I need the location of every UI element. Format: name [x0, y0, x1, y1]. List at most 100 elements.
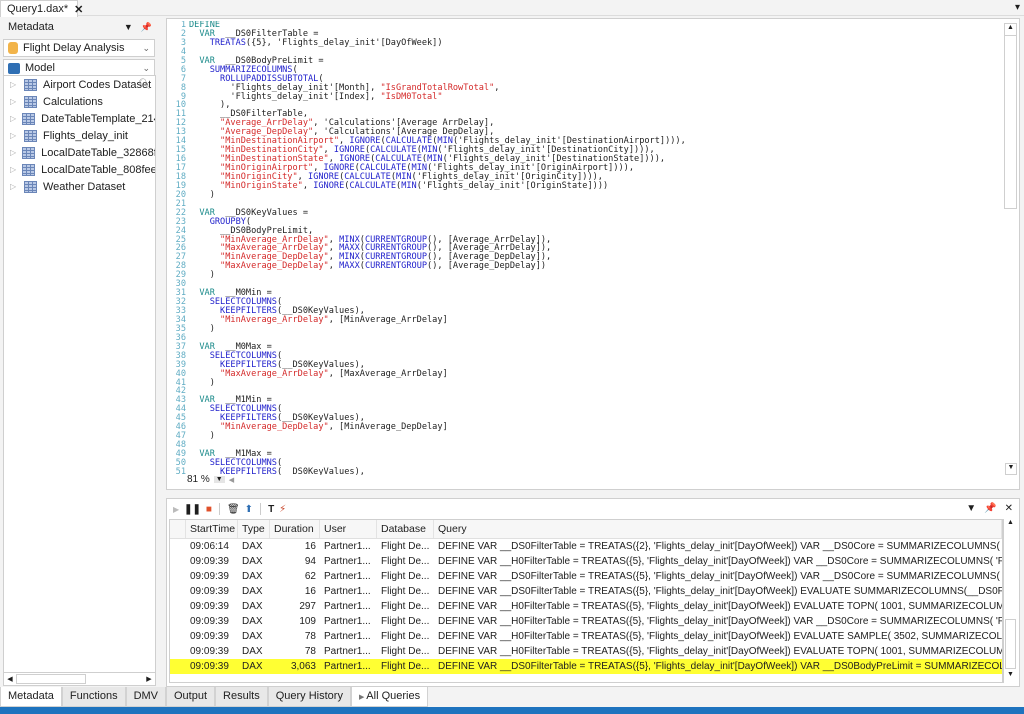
column-header-query[interactable]: Query	[434, 520, 1002, 538]
tree-item-table[interactable]: ▷ LocalDateTable_808fee00-7	[4, 161, 155, 178]
pin-icon[interactable]: 📌	[984, 503, 996, 514]
cell-starttime: 09:09:39	[190, 661, 229, 672]
tab-functions[interactable]: Functions	[61, 687, 126, 707]
scroll-left-icon[interactable]: ◀	[4, 675, 16, 683]
query-row[interactable]: 09:09:39 DAX 78 Partner1... Flight De... DEFI…	[170, 644, 1002, 659]
copy-query-icon[interactable]: ⬆	[245, 504, 253, 515]
pause-icon[interactable]: ❚❚	[184, 504, 201, 515]
stop-icon[interactable]: ■	[206, 504, 212, 515]
string-token: "MaxAverage_DepDelay"	[220, 261, 329, 272]
grid-header: StartTime Type Duration User Database Qu…	[170, 520, 1002, 539]
code-token: ({5}, 'Flights_delay_init'[DayOfWeek])	[245, 37, 443, 48]
all-queries-pane: ▶ ❚❚ ■ 🗑︎ ⬆ T ⚡︎ ▼ 📌 ✕ StartTime Type Du…	[166, 498, 1020, 687]
cell-query: DEFINE VAR __DS0FilterTable = TREATAS({5…	[438, 571, 1002, 582]
clear-icon[interactable]: 🗑︎	[227, 504, 240, 515]
code-area[interactable]: 1 DEFINE 2 VAR __DS0FilterTable = 3 TREATAS…	[167, 21, 1003, 475]
string-token: "MinAverage_ArrDelay"	[220, 314, 329, 325]
document-tab-query1[interactable]: Query1.dax* ✕	[0, 0, 83, 17]
cell-starttime: 09:09:39	[190, 616, 229, 627]
close-icon[interactable]: ✕	[74, 3, 83, 16]
tab-results[interactable]: Results	[215, 687, 268, 707]
tab-overflow-icon[interactable]: ▾	[1015, 2, 1020, 13]
document-tab-title: Query1.dax*	[7, 3, 69, 15]
tab-dmv[interactable]: DMV	[125, 687, 167, 707]
table-name: DateTableTemplate_214c25	[41, 112, 155, 125]
scroll-left-icon[interactable]: ◀	[229, 476, 234, 484]
column-header-database[interactable]: Database	[377, 520, 434, 538]
expand-icon[interactable]: ▷	[10, 80, 18, 89]
tree-item-table[interactable]: ▷ Flights_delay_init	[4, 127, 155, 144]
cell-user: Partner1...	[324, 661, 371, 672]
code-line: 19 "MinOriginState", IGNORE(CALCULATE(MI…	[167, 180, 1003, 191]
code-token: ,	[328, 261, 340, 272]
code-text: "MinOriginState", IGNORE(CALCULATE(MIN('…	[189, 180, 608, 191]
cell-user: Partner1...	[324, 616, 371, 627]
expand-icon[interactable]: ▷	[10, 148, 16, 157]
tree-item-table[interactable]: ▷ LocalDateTable_32868f5e-c	[4, 144, 155, 161]
scroll-right-icon[interactable]: ▶	[143, 675, 155, 683]
tree-item-table[interactable]: ▷ Weather Dataset	[4, 178, 155, 195]
code-text: )	[189, 271, 215, 280]
table-name: Weather Dataset	[43, 180, 126, 193]
table-icon	[22, 163, 36, 176]
column-header-type[interactable]: Type	[238, 520, 270, 538]
zoom-dropdown-icon[interactable]: ▼	[213, 476, 225, 483]
table-name: Calculations	[43, 95, 103, 108]
scroll-down-icon[interactable]: ▼	[1004, 671, 1017, 683]
query-editor[interactable]: 1 DEFINE 2 VAR __DS0FilterTable = 3 TREATAS…	[166, 18, 1020, 490]
zoom-control[interactable]: 81 % ▼ ◀	[187, 474, 234, 485]
tree-item-table[interactable]: ▷ Calculations	[4, 93, 155, 110]
start-trace-icon[interactable]: ▶	[173, 505, 179, 514]
table-icon	[24, 95, 37, 108]
table-name: Flights_delay_init	[43, 129, 128, 142]
expand-icon[interactable]: ▷	[10, 165, 16, 174]
code-line: 48	[167, 441, 1003, 450]
column-header-duration[interactable]: Duration	[270, 520, 320, 538]
code-text: "MaxAverage_DepDelay", MAXX(CURRENTGROUP…	[189, 262, 546, 271]
query-row[interactable]: 09:09:39 DAX 78 Partner1... Flight De... DEFI…	[170, 629, 1002, 644]
scroll-down-icon[interactable]: ▼	[1005, 463, 1017, 475]
query-row[interactable]: 09:06:14 DAX 16 Partner1... Flight De... DEFI…	[170, 539, 1002, 554]
search-icon[interactable]: 🔍︎	[138, 79, 151, 90]
query-row[interactable]: 09:09:39 DAX 16 Partner1... Flight De... DEFI…	[170, 584, 1002, 599]
query-row[interactable]: 09:09:39 DAX 94 Partner1... Flight De... DEFI…	[170, 554, 1002, 569]
tree-item-table[interactable]: ▷ Airport Codes Dataset	[4, 76, 155, 93]
editor-vertical-scrollbar[interactable]: ▲	[1004, 23, 1017, 209]
grid-vertical-scrollbar[interactable]: ▲ ▼	[1003, 519, 1017, 683]
tab-query-history[interactable]: Query History	[267, 687, 351, 707]
cell-type: DAX	[242, 616, 263, 627]
column-header-starttime[interactable]: StartTime	[186, 520, 238, 538]
expand-icon[interactable]: ▷	[10, 114, 16, 123]
panel-dropdown-icon[interactable]: ▼	[124, 22, 133, 33]
code-line: 41 )	[167, 378, 1003, 388]
string-token: "IsDM0Total"	[380, 91, 443, 102]
filter-icon[interactable]: T	[268, 504, 274, 515]
scroll-up-icon[interactable]: ▲	[1005, 24, 1016, 36]
cell-starttime: 09:09:39	[190, 631, 229, 642]
pin-icon[interactable]: 📌	[141, 22, 152, 33]
horizontal-scrollbar[interactable]: ◀ ▶	[3, 672, 156, 686]
tab-metadata[interactable]: Metadata	[0, 687, 62, 707]
expand-icon[interactable]: ▷	[10, 182, 18, 191]
column-header-user[interactable]: User	[320, 520, 377, 538]
pane-dropdown-icon[interactable]: ▼	[966, 503, 976, 514]
tab-output[interactable]: Output	[166, 687, 216, 707]
expand-icon[interactable]: ▷	[10, 97, 18, 106]
table-icon	[22, 146, 36, 159]
function-token: MIN	[401, 180, 417, 191]
query-row[interactable]: 09:09:39 DAX 297 Partner1... Flight De... DEF…	[170, 599, 1002, 614]
scrollbar-thumb[interactable]	[1005, 619, 1016, 669]
clear-filter-icon[interactable]: ⚡︎	[279, 504, 286, 515]
query-row[interactable]: 09:09:39 DAX 62 Partner1... Flight De... DEFI…	[170, 569, 1002, 584]
scroll-up-icon[interactable]: ▲	[1004, 519, 1017, 531]
tab-all-queries[interactable]: ▶ All Queries	[350, 687, 429, 707]
query-row[interactable]: 09:09:39 DAX 109 Partner1... Flight De... DEF…	[170, 614, 1002, 629]
cell-query: DEFINE VAR __H0FilterTable = TREATAS({5}…	[438, 601, 1002, 612]
query-row[interactable]: 09:09:39 DAX 3,063 Partner1... Flight De... D…	[170, 659, 1002, 674]
close-icon[interactable]: ✕	[1005, 503, 1013, 514]
expand-icon[interactable]: ▷	[10, 131, 18, 140]
model-combo[interactable]: Flight Delay Analysis ⌄	[3, 39, 155, 57]
cell-duration: 16	[304, 541, 316, 552]
tree-item-table[interactable]: ▷ DateTableTemplate_214c25	[4, 110, 155, 127]
scrollbar-thumb[interactable]	[16, 674, 86, 684]
